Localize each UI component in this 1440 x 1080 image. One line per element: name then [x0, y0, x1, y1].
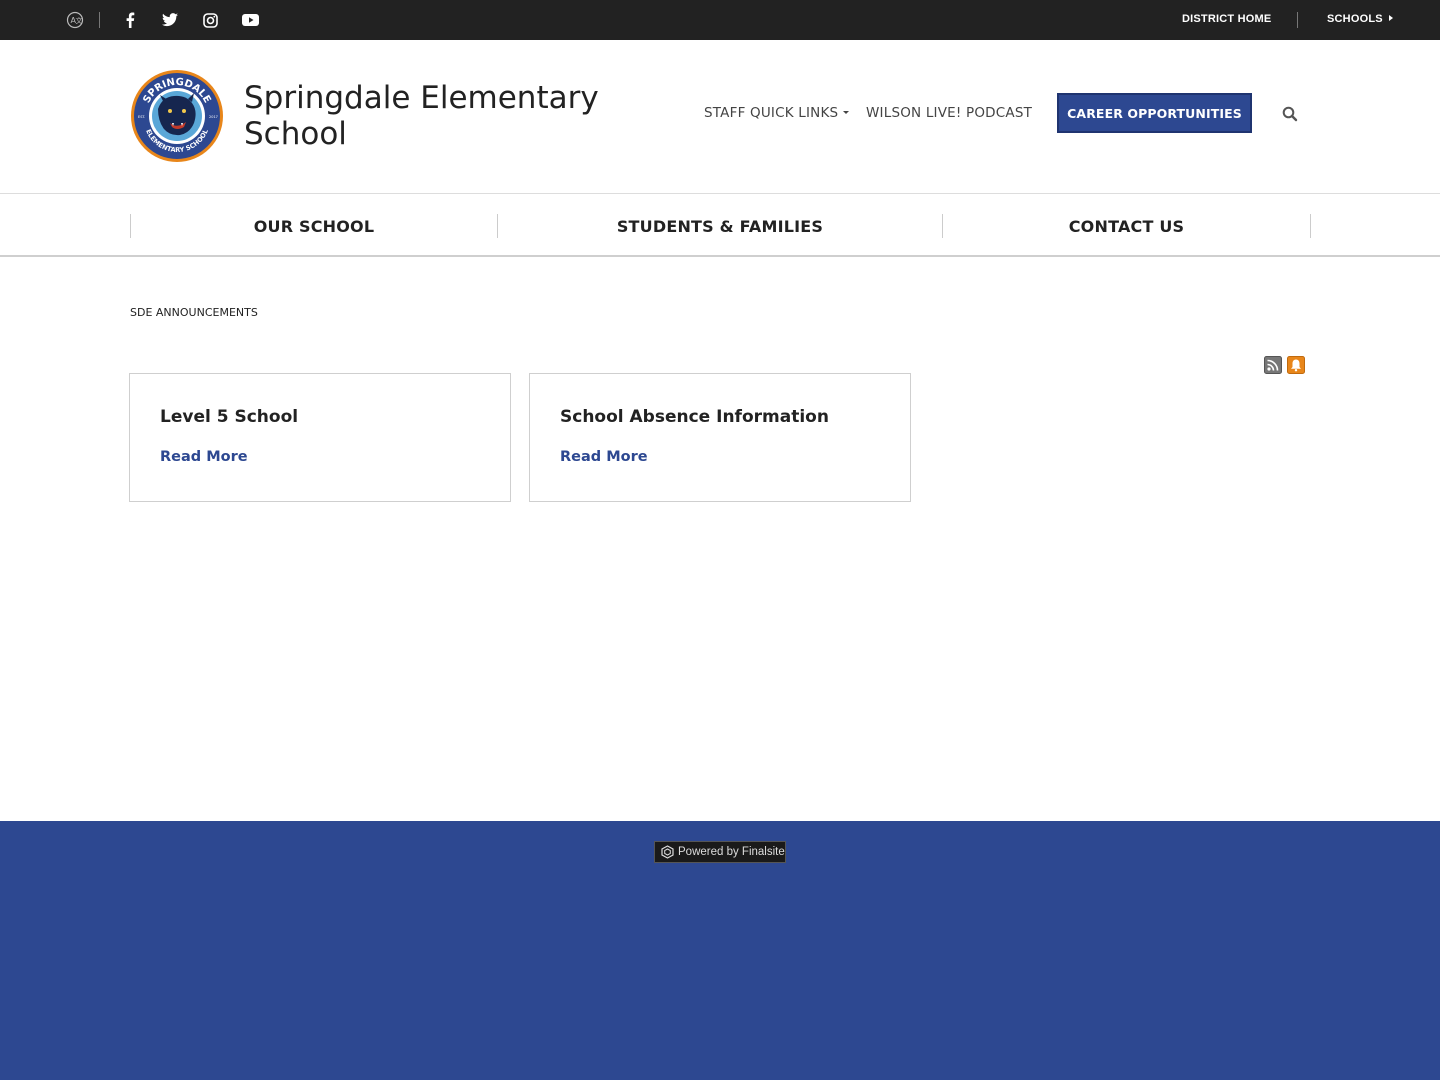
svg-text:EST.: EST.	[138, 115, 145, 119]
powered-by-text: Powered by Finalsite	[678, 846, 785, 858]
read-more-link[interactable]: Read More	[160, 449, 248, 465]
nav-item-students-families[interactable]: STUDENTS & FAMILIES	[498, 214, 942, 238]
rss-icon[interactable]	[1264, 356, 1282, 374]
bell-icon[interactable]	[1287, 356, 1305, 374]
schools-label: SCHOOLS	[1327, 13, 1383, 25]
district-home-link[interactable]: DISTRICT HOME	[1182, 13, 1271, 25]
podcast-link[interactable]: WILSON LIVE! PODCAST	[866, 105, 1032, 121]
announcement-title[interactable]: Level 5 School	[160, 407, 298, 427]
schools-menu[interactable]: SCHOOLS	[1327, 13, 1393, 25]
powered-by-finalsite-badge[interactable]: Powered by Finalsite	[654, 841, 786, 863]
divider	[99, 12, 100, 28]
search-icon[interactable]	[1281, 105, 1299, 123]
school-logo[interactable]: SPRINGDALE ELEMENTARY SCHOOL EST. 2017	[130, 69, 224, 163]
chevron-down-icon	[843, 111, 850, 114]
caret-right-icon	[1388, 15, 1393, 21]
divider	[1297, 12, 1298, 28]
utility-bar: A文 DISTRICT HOME SCHOOLS	[0, 0, 1440, 40]
footer: Powered by Finalsite	[0, 821, 1440, 1080]
twitter-icon[interactable]	[160, 10, 180, 30]
career-opportunities-button[interactable]: CAREER OPPORTUNITIES	[1057, 93, 1252, 133]
instagram-icon[interactable]	[200, 10, 220, 30]
finalsite-icon	[661, 845, 674, 859]
announcement-title[interactable]: School Absence Information	[560, 407, 829, 427]
nav-item-contact-us[interactable]: CONTACT US	[943, 214, 1310, 238]
translate-icon[interactable]: A文	[65, 10, 85, 30]
school-name[interactable]: Springdale Elementary School	[244, 80, 624, 152]
facebook-icon[interactable]	[120, 10, 140, 30]
main-navigation: OUR SCHOOL STUDENTS & FAMILIES CONTACT U…	[0, 193, 1440, 257]
svg-text:文: 文	[76, 16, 83, 25]
youtube-icon[interactable]	[240, 10, 260, 30]
announcement-card: School Absence Information Read More	[529, 373, 911, 502]
nav-divider	[1310, 214, 1311, 238]
read-more-link[interactable]: Read More	[560, 449, 648, 465]
staff-quick-links-menu[interactable]: STAFF QUICK LINKS	[704, 105, 850, 121]
announcement-card: Level 5 School Read More	[129, 373, 511, 502]
nav-item-our-school[interactable]: OUR SCHOOL	[131, 214, 497, 238]
page-heading: SDE ANNOUNCEMENTS	[130, 306, 258, 319]
svg-text:2017: 2017	[209, 115, 218, 119]
staff-quick-links-label: STAFF QUICK LINKS	[704, 105, 839, 121]
